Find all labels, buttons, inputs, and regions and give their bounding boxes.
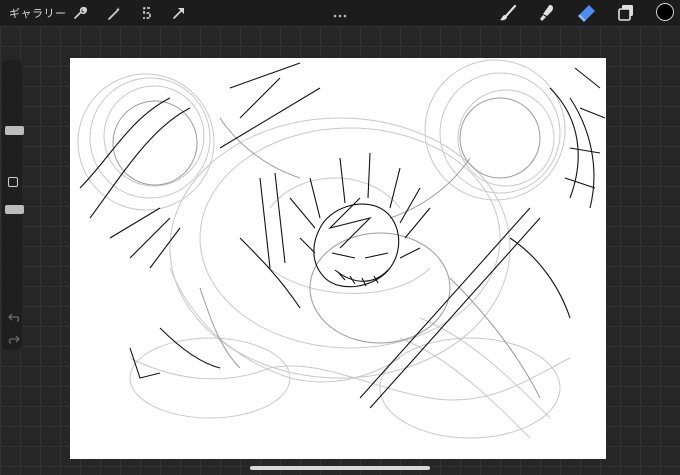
wrench-icon[interactable] — [72, 5, 88, 21]
gallery-button[interactable]: ギャラリー — [9, 5, 67, 21]
eraser-icon[interactable] — [577, 3, 597, 23]
smudge-icon[interactable] — [537, 3, 557, 23]
color-picker-swatch[interactable] — [656, 3, 674, 21]
more-options-icon[interactable] — [333, 4, 347, 18]
opacity-slider[interactable] — [5, 205, 24, 214]
layers-icon[interactable] — [616, 3, 636, 23]
magic-wand-icon[interactable] — [106, 5, 122, 21]
selection-s-icon[interactable] — [139, 5, 155, 21]
brush-size-slider[interactable] — [5, 126, 24, 135]
brush-icon[interactable] — [498, 3, 518, 23]
drawing-canvas[interactable] — [70, 58, 606, 459]
top-toolbar: ギャラリー — [0, 0, 680, 26]
undo-icon[interactable] — [8, 312, 20, 322]
sketch-drawing — [77, 59, 606, 439]
transform-arrow-icon[interactable] — [171, 5, 187, 21]
modify-button[interactable] — [8, 177, 18, 187]
redo-icon[interactable] — [8, 334, 20, 344]
left-sidebar — [2, 60, 24, 350]
home-indicator — [250, 466, 430, 470]
